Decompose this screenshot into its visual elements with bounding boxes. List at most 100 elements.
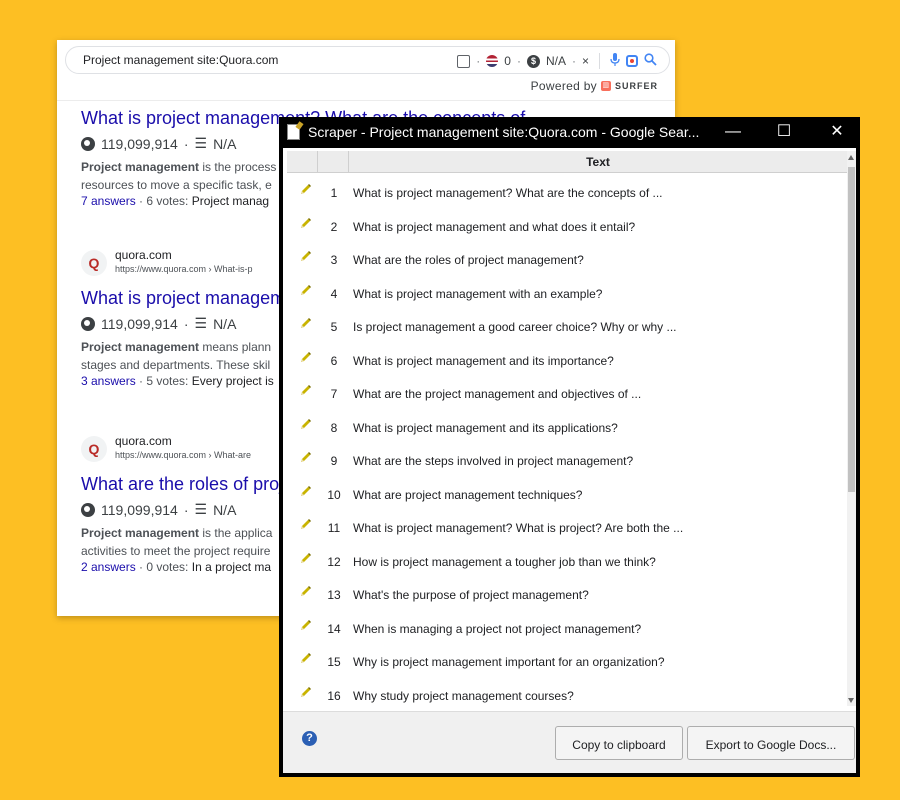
table-row[interactable]: 3 What are the roles of project managemen… (287, 243, 847, 277)
row-text[interactable]: What is project management? What are the… (353, 186, 663, 200)
pencil-icon[interactable] (299, 250, 312, 263)
surfer-label: SURFER (614, 81, 658, 91)
copy-to-clipboard-button[interactable]: Copy to clipboard (555, 726, 683, 760)
table-row[interactable]: 15 Why is project management important fo… (287, 645, 847, 679)
row-text[interactable]: How is project management a tougher job … (353, 555, 656, 569)
row-text[interactable]: Why study project management courses? (353, 689, 574, 703)
minimize-button[interactable]: — (718, 120, 748, 144)
row-text[interactable]: What's the purpose of project management… (353, 588, 589, 602)
table-row[interactable]: 16 Why study project management courses? (287, 679, 847, 713)
table-row[interactable]: 11 What is project management? What is pr… (287, 511, 847, 545)
header-cell-edit[interactable] (287, 151, 318, 172)
row-text[interactable]: What is project management and its impor… (353, 354, 614, 368)
dot-separator: · (516, 54, 521, 68)
row-text[interactable]: What is project management and its appli… (353, 421, 618, 435)
result-meta-value: N/A (213, 135, 237, 152)
dot-separator: · (183, 315, 189, 332)
row-text[interactable]: What are the steps involved in project m… (353, 454, 633, 468)
answers-votes: · 6 votes: (135, 194, 192, 208)
maximize-button[interactable]: ☐ (769, 120, 799, 144)
table-row[interactable]: 5 Is project management a good career cho… (287, 310, 847, 344)
row-text[interactable]: Why is project management important for … (353, 655, 665, 669)
table-row[interactable]: 6 What is project management and its impo… (287, 344, 847, 378)
row-number: 10 (327, 487, 341, 502)
window-titlebar[interactable]: Scraper - Project management site:Quora.… (279, 117, 860, 148)
pencil-icon[interactable] (299, 686, 312, 699)
checkbox-icon[interactable] (457, 54, 471, 68)
table-row[interactable]: 4 What is project management with an exam… (287, 277, 847, 311)
pencil-icon[interactable] (299, 217, 312, 230)
row-text[interactable]: Is project management a good career choi… (353, 320, 677, 334)
header-cell-index[interactable] (318, 151, 349, 172)
table-row[interactable]: 1 What is project management? What are th… (287, 176, 847, 210)
dollar-icon[interactable]: $ (526, 54, 540, 68)
window-title: Scraper - Project management site:Quora.… (308, 124, 700, 140)
pencil-icon[interactable] (299, 451, 312, 464)
pencil-icon[interactable] (299, 418, 312, 431)
pencil-icon[interactable] (299, 317, 312, 330)
table-row[interactable]: 10 What are project management techniques… (287, 478, 847, 512)
export-to-google-docs-button[interactable]: Export to Google Docs... (687, 726, 855, 760)
scraper-app-icon (287, 124, 300, 140)
pencil-icon[interactable] (299, 384, 312, 397)
table-row[interactable]: 8 What is project management and its appl… (287, 411, 847, 445)
search-bar[interactable]: Project management site:Quora.com · 0 · … (65, 46, 670, 74)
table-header: Text (287, 151, 847, 173)
table-row[interactable]: 7 What are the project management and obj… (287, 377, 847, 411)
table-row[interactable]: 13 What's the purpose of project manageme… (287, 578, 847, 612)
list-icon: ☰ (194, 135, 208, 151)
snippet-text: means plann (199, 340, 272, 354)
search-icon[interactable] (644, 53, 657, 69)
pencil-icon[interactable] (299, 183, 312, 196)
row-number: 15 (327, 655, 341, 669)
microphone-icon[interactable] (610, 52, 620, 70)
vertical-scrollbar[interactable] (847, 151, 856, 706)
answers-link[interactable]: 7 answers (81, 194, 136, 208)
row-number: 4 (330, 286, 338, 301)
pencil-icon[interactable] (299, 585, 312, 598)
divider (599, 53, 600, 69)
table-row[interactable]: 12 How is project management a tougher jo… (287, 545, 847, 579)
close-button[interactable]: ✕ (822, 120, 852, 144)
pencil-icon[interactable] (299, 552, 312, 565)
row-text[interactable]: What are the project management and obje… (353, 387, 641, 401)
answers-preview: In a project ma (191, 560, 272, 574)
scroll-down-arrow-icon[interactable] (848, 698, 854, 703)
clear-search-icon[interactable]: × (582, 54, 589, 68)
scroll-up-arrow-icon[interactable] (848, 155, 854, 160)
answers-link[interactable]: 2 answers (81, 560, 136, 574)
dialog-footer: ? Copy to clipboard Export to Google Doc… (283, 711, 856, 773)
result-views: 119,099,914 (101, 315, 178, 332)
pencil-icon[interactable] (299, 351, 312, 364)
pencil-icon[interactable] (299, 284, 312, 297)
pencil-icon[interactable] (299, 652, 312, 665)
table-row[interactable]: 14 When is managing a project not project… (287, 612, 847, 646)
row-text[interactable]: What are the roles of project management… (353, 253, 584, 267)
search-query[interactable]: Project management site:Quora.com (83, 53, 278, 67)
answers-link[interactable]: 3 answers (81, 374, 136, 388)
row-text[interactable]: When is managing a project not project m… (353, 622, 641, 636)
snippet-line: activities to meet the project require (81, 544, 271, 558)
row-text[interactable]: What is project management and what does… (353, 220, 635, 234)
table-row[interactable]: 2 What is project management and what doe… (287, 210, 847, 244)
row-number: 3 (330, 253, 338, 267)
scroll-thumb[interactable] (848, 167, 855, 492)
row-text[interactable]: What is project management with an examp… (353, 287, 602, 301)
row-number: 8 (330, 420, 338, 435)
pencil-icon[interactable] (299, 518, 312, 531)
table-row[interactable]: 9 What are the steps involved in project … (287, 444, 847, 478)
pencil-icon[interactable] (299, 619, 312, 632)
row-number: 9 (330, 454, 338, 468)
snippet-bold: Project management (81, 526, 200, 540)
powered-by-surfer[interactable]: Powered by ▥ SURFER (531, 79, 658, 93)
help-icon[interactable]: ? (302, 731, 317, 746)
pencil-icon[interactable] (299, 485, 312, 498)
result-meta-value: N/A (213, 501, 237, 518)
row-text[interactable]: What is project management? What is proj… (353, 521, 683, 535)
us-flag-icon[interactable] (486, 55, 499, 67)
row-number: 7 (330, 387, 338, 401)
row-number: 5 (330, 320, 338, 334)
row-text[interactable]: What are project management techniques? (353, 488, 582, 502)
lens-icon[interactable] (626, 55, 638, 67)
header-cell-text[interactable]: Text (349, 155, 847, 169)
